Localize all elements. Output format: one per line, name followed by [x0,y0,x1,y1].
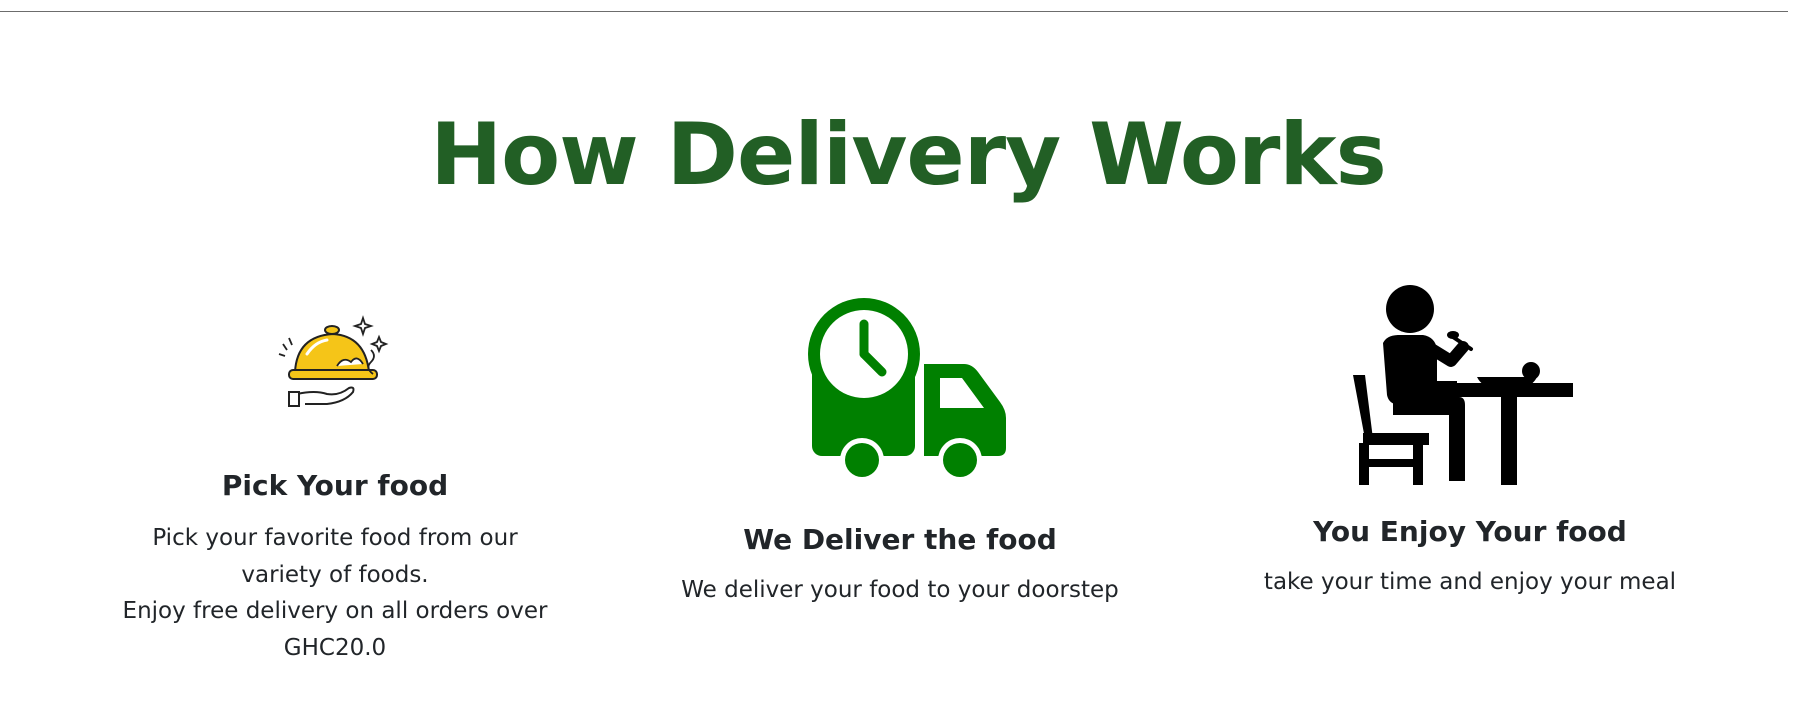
step-description-line: GHC20.0 [283,634,387,661]
step-title: Pick Your food [221,469,449,502]
section-title: How Delivery Works [430,105,1387,205]
delivery-section: How Delivery Works Pick Your food Pick y… [0,0,1816,711]
step-description-line: variety of foods. [241,561,429,588]
step-description-line: Enjoy free delivery on all orders over [122,598,548,624]
step-title: You Enjoy Your food [1313,515,1627,548]
step-description: take your time and enjoy your meal [1250,564,1690,601]
step-description-line: take your time and enjoy your meal [1263,569,1677,595]
step-title: We Deliver the food [743,523,1057,556]
step-description-line: We deliver your food to your doorstep [681,577,1119,603]
step-description: We deliver your food to your doorstep [680,572,1120,609]
delivery-truck-clock-icon [794,298,1006,482]
step-description: Pick your favorite food from our variety… [110,520,560,666]
serving-cloche-icon [275,310,395,420]
step-description-line: Pick your favorite food from our [152,525,518,551]
section-divider [0,11,1788,12]
person-eating-at-table-icon [1353,285,1573,488]
